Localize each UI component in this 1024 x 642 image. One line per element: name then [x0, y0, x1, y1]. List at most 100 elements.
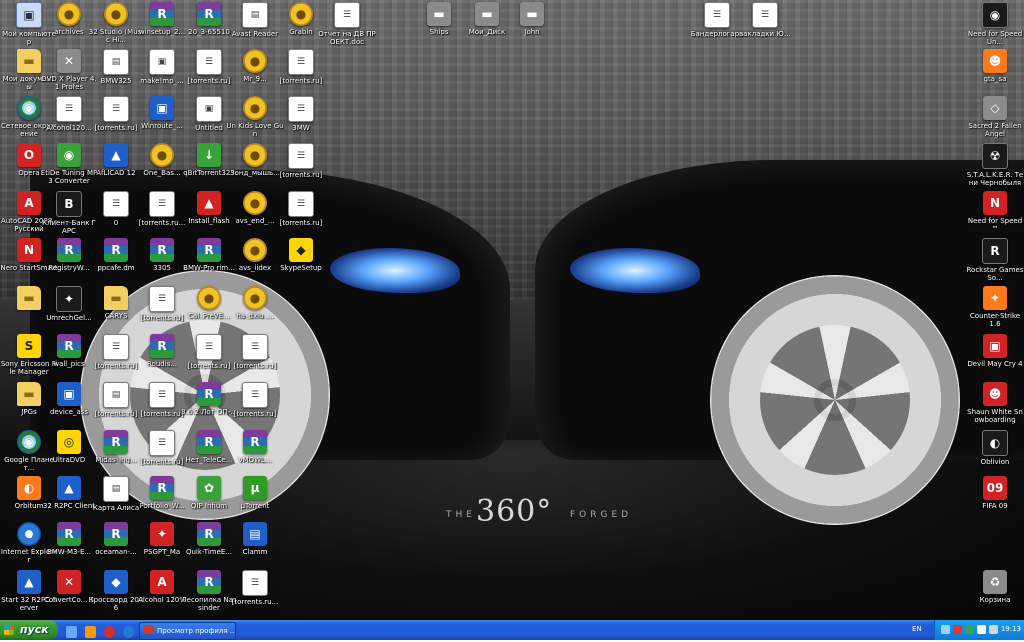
desktop-icon-image: ✦ [56, 286, 82, 312]
desktop-icon[interactable]: ☰ [torrents.ru] [226, 382, 284, 418]
desktop-icon-image: R [150, 2, 174, 26]
desktop-icon-image: ● [243, 143, 267, 167]
desktop-icon[interactable]: ☰ [torrents.ru] [272, 49, 330, 85]
desktop-icon-label: Корзина [979, 596, 1011, 604]
desktop-icon-label: Clamm [242, 548, 268, 556]
language-indicator[interactable]: EN [912, 625, 922, 633]
desktop-icon[interactable]: ☰ [torrents.ru] [272, 143, 330, 179]
desktop-icon-image: ▤ [103, 476, 129, 502]
desktop-icon-label: [torrents.ru] [279, 77, 323, 85]
ie-icon[interactable] [123, 626, 135, 638]
opera-icon[interactable] [104, 626, 116, 638]
desktop-icon[interactable]: ☰ 3MW [272, 96, 330, 132]
desktop-icon-image: ☰ [288, 191, 314, 217]
desktop-icon[interactable]: ☰ [torrents.ru] [226, 334, 284, 370]
desktop-icon-image: ▬ [475, 2, 499, 26]
desktop-icon[interactable]: ☰ закладки Ю... [736, 2, 794, 38]
desktop-icon-image: R [197, 382, 221, 406]
desktop-icon-image: ▲ [197, 191, 221, 215]
tray-volume-icon[interactable] [989, 625, 998, 634]
desktop-icon-image: ▬ [520, 2, 544, 26]
desktop-icon[interactable]: ▤ Clamm [226, 522, 284, 556]
desktop-icon[interactable]: RvMOWL... [226, 430, 284, 464]
desktop-icon[interactable]: ▣ Devil May Cry 4 [966, 334, 1024, 368]
desktop-icon[interactable]: ◇ Sacred 2 Fallen Angel [966, 96, 1024, 138]
desktop-icon[interactable]: ● ha_dxiu_... [226, 286, 284, 320]
desktop-icon-label: [torrents.ru... [231, 598, 279, 606]
desktop-icon-image: ☰ [242, 334, 268, 360]
show-desktop-icon[interactable] [66, 626, 77, 638]
desktop-icon-image: ◉ [982, 2, 1008, 28]
desktop-icon-image: ◉ [17, 430, 41, 454]
desktop-icon-label: [torrents.ru] [279, 219, 323, 227]
logo-prefix: THE [446, 510, 476, 520]
desktop-icon[interactable]: ☰ Отчет на ДВ ПРОЕКТ.doc [318, 2, 376, 46]
desktop-icon-image: ▬ [17, 382, 41, 406]
desktop-icon[interactable]: ☰ [torrents.ru] [272, 191, 330, 227]
desktop-icon[interactable]: µ µTorrent [226, 476, 284, 510]
media-player-icon[interactable] [85, 626, 97, 638]
start-button[interactable]: пуск [0, 620, 58, 640]
desktop-icon[interactable]: ♻ Корзина [966, 570, 1024, 604]
tray-qip-icon[interactable] [965, 625, 974, 634]
desktop-icon-image: ▬ [17, 286, 41, 310]
desktop-icon[interactable]: R Rockstar Games So... [966, 238, 1024, 282]
desktop-icon-image: ● [104, 2, 128, 26]
desktop-icon[interactable]: ☢ S.T.A.L.K.E.R. Тени Чернобыля [966, 143, 1024, 187]
desktop-icon[interactable]: ◐ Oblivion [966, 430, 1024, 466]
desktop-icon[interactable]: ☻ gta_sa [966, 49, 1024, 83]
desktop-icon-label: Sacred 2 Fallen Angel [968, 122, 1022, 138]
desktop-icon-image: ☢ [982, 143, 1008, 169]
system-tray: 19:13 [934, 620, 1024, 640]
desktop-icon-image: N [17, 238, 41, 262]
desktop-icon-image: ☻ [983, 49, 1007, 73]
left-car-headlight [330, 248, 460, 293]
desktop-icon-image: ☰ [103, 96, 129, 122]
desktop-icon[interactable]: ☰ [torrents.ru... [226, 570, 284, 606]
desktop-icon-image: ▣ [150, 96, 174, 120]
desktop-icon-label: Counter-Strike 1.6 [969, 312, 1021, 328]
desktop-icon[interactable]: N Need for Speed™ [966, 191, 1024, 233]
desktop-icon-image: ☰ [196, 334, 222, 360]
desktop-icon-image: ☰ [288, 49, 314, 75]
desktop-icon[interactable]: 09 FIFA 09 [966, 476, 1024, 510]
tray-network-icon[interactable] [941, 625, 950, 634]
desktop-icon-image: R [197, 522, 221, 546]
desktop-icon-label: Shaun White Snowboarding [967, 408, 1023, 424]
desktop-icon-image: ◉ [17, 96, 41, 120]
logo-forged: FORGED [570, 510, 633, 520]
taskbar: пуск Просмотр профиля ... EN 19:13 [0, 620, 1024, 640]
desktop-icon-image: ◆ [104, 570, 128, 594]
desktop-icon-image: ☰ [149, 382, 175, 408]
desktop-icon-image: e [17, 522, 41, 546]
desktop-icon-label: vMOWL... [238, 456, 272, 464]
desktop-icon[interactable]: ☻ Shaun White Snowboarding [966, 382, 1024, 424]
desktop-icon-image: R [57, 334, 81, 358]
desktop-icon-image: ◐ [982, 430, 1008, 456]
desktop-icon-label: ha_dxiu_... [236, 312, 274, 320]
clock[interactable]: 19:13 [1001, 625, 1021, 633]
windows-logo-icon [4, 625, 14, 635]
desktop-icon-image: ✿ [197, 476, 221, 500]
desktop-icon[interactable]: ▬ John [503, 2, 561, 36]
tray-antivirus-icon[interactable] [953, 625, 962, 634]
desktop-icon-image: ● [243, 49, 267, 73]
desktop-icon-image: ☰ [103, 334, 129, 360]
desktop-icon-image: ▣ [196, 96, 222, 122]
tray-media-icon[interactable] [977, 625, 986, 634]
desktop-icon[interactable]: ✦ Counter-Strike 1.6 [966, 286, 1024, 328]
desktop-icon-image: ☰ [149, 430, 175, 456]
desktop-icon-image: R [150, 334, 174, 358]
desktop-icon-image: ● [57, 2, 81, 26]
desktop-icon-image: ◎ [57, 430, 81, 454]
desktop-icon-image: ☰ [242, 570, 268, 596]
desktop-icon[interactable]: ◆ SkypeSetup [272, 238, 330, 272]
taskbar-window-button[interactable]: Просмотр профиля ... [139, 622, 236, 640]
desktop-icon-image: R [104, 430, 128, 454]
desktop-icon-image: R [197, 570, 221, 594]
desktop-icon-image: ☰ [196, 49, 222, 75]
right-car-headlight [570, 248, 700, 293]
desktop-icon-image: R [104, 238, 128, 262]
desktop-icon-image: ▬ [17, 49, 41, 73]
desktop-icon[interactable]: ◉ Need for Speed Un... [966, 2, 1024, 46]
